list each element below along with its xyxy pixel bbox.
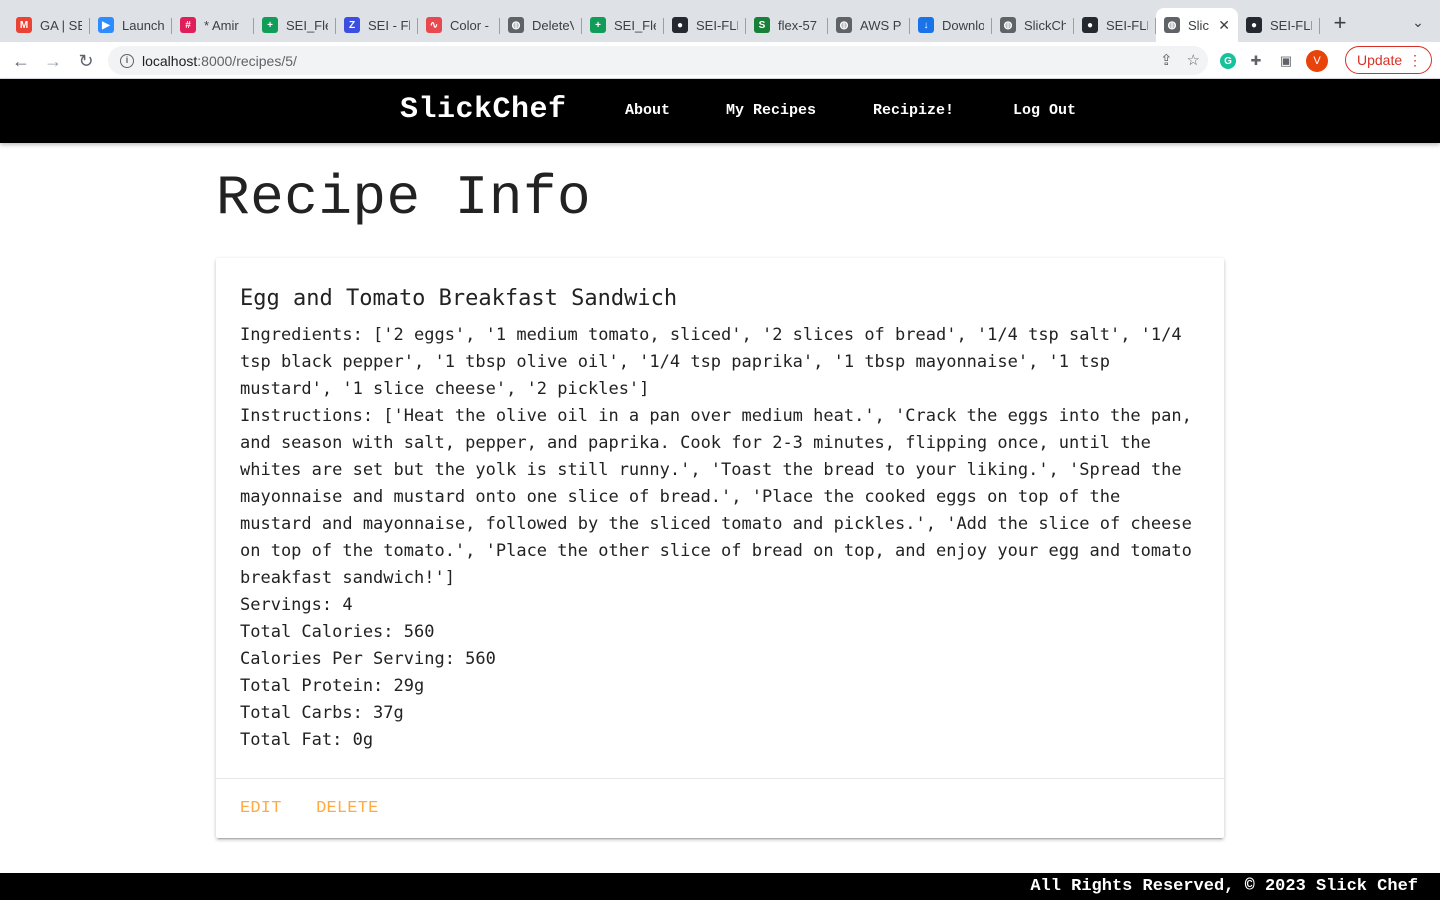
browser-tab-label: SEI - Fl: [368, 17, 410, 33]
nav-link-log-out[interactable]: Log Out: [1013, 102, 1076, 119]
profile-avatar[interactable]: V: [1306, 50, 1328, 72]
slack-icon: #: [180, 17, 196, 33]
browser-toolbar: ← → ↻ i localhost:8000/recipes/5/ ⇪ ☆ G …: [0, 42, 1440, 79]
recipe-total-carbs: Total Carbs: 37g: [240, 703, 404, 723]
browser-tab-label: SEI_Fle: [614, 17, 656, 33]
recipe-total-calories: Total Calories: 560: [240, 622, 435, 642]
globe-icon: ◍: [836, 17, 852, 33]
recipe-card-content: Egg and Tomato Breakfast Sandwich Ingred…: [240, 284, 1200, 754]
browser-tab-label: Slic: [1188, 17, 1209, 33]
url-path: :8000/recipes/5/: [197, 52, 297, 69]
recipe-name: Egg and Tomato Breakfast Sandwich: [240, 286, 678, 311]
close-tab-icon[interactable]: ✕: [1218, 17, 1230, 34]
browser-tab-label: SlickCh: [1024, 17, 1066, 33]
globe-icon: ◍: [1000, 17, 1016, 33]
browser-tab-label: Color -: [450, 17, 490, 33]
nav-link-about[interactable]: About: [625, 102, 670, 119]
forward-icon[interactable]: →: [42, 50, 64, 72]
site-info-icon[interactable]: i: [120, 53, 134, 68]
browser-tab-label: DeleteV: [532, 17, 574, 33]
download-icon: ↓: [918, 17, 934, 33]
tab-list: M GA | SE ▶ Launch # * Amir + SEI_Fle Z SEI - Fl ∿…: [0, 0, 1320, 42]
browser-tab-label: AWS Po: [860, 17, 902, 33]
browser-tab[interactable]: ◍ DeleteV: [500, 8, 582, 42]
browser-tab[interactable]: ● SEI-FLE: [1074, 8, 1156, 42]
github-icon: ●: [1246, 17, 1262, 33]
recipe-card: Egg and Tomato Breakfast Sandwich Ingred…: [216, 258, 1224, 838]
delete-button[interactable]: Delete: [316, 799, 378, 818]
browser-tab-label: GA | SE: [40, 17, 82, 33]
browser-tab-label: SEI-FLE: [1106, 17, 1148, 33]
browser-tab-label: SEI-FLE: [1270, 17, 1312, 33]
sheets-icon: +: [590, 17, 606, 33]
globe-icon: ◍: [508, 17, 524, 33]
globe-icon: ◍: [1164, 17, 1180, 33]
page-title: Recipe Info: [216, 166, 592, 230]
url-text[interactable]: localhost:8000/recipes/5/: [142, 53, 297, 69]
browser-tab[interactable]: ◍ SlickCh: [992, 8, 1074, 42]
recipe-calories-per-serving: Calories Per Serving: 560: [240, 649, 496, 669]
browser-tab[interactable]: Sflex-57: [746, 8, 828, 42]
brand-logo-link[interactable]: SlickChef: [400, 93, 567, 127]
recipe-instructions: Instructions: ['Heat the olive oil in a …: [240, 406, 1192, 588]
site-footer: All Rights Reserved, © 2023 Slick Chef: [0, 873, 1440, 900]
github-icon: ●: [672, 17, 688, 33]
reload-icon[interactable]: ↻: [75, 50, 97, 72]
browser-tab[interactable]: ◍ Slic ✕: [1156, 8, 1238, 42]
nav-link-my-recipes[interactable]: My Recipes: [726, 102, 816, 119]
browser-tab-label: flex-57: [778, 17, 818, 33]
browser-tab-strip: M GA | SE ▶ Launch # * Amir + SEI_Fle Z SEI - Fl ∿…: [0, 0, 1440, 42]
browser-tab[interactable]: ● SEI-FLE: [664, 8, 746, 42]
recipe-total-fat: Total Fat: 0g: [240, 730, 374, 750]
browser-tab[interactable]: M GA | SE: [8, 8, 90, 42]
browser-tab-label: SEI-FLE: [696, 17, 738, 33]
browser-tab[interactable]: ▶ Launch: [90, 8, 172, 42]
browser-tab-label: SEI_Fle: [286, 17, 328, 33]
browser-tab[interactable]: ∿ Color -: [418, 8, 500, 42]
browser-tab[interactable]: Z SEI - Fl: [336, 8, 418, 42]
url-host: localhost: [142, 52, 198, 69]
edit-button[interactable]: Edit: [240, 799, 282, 818]
bookmark-star-icon[interactable]: ☆: [1187, 51, 1200, 69]
tab-search-icon[interactable]: ⌄: [1408, 14, 1428, 34]
nav-link-recipize[interactable]: Recipize!: [873, 102, 954, 119]
recipe-total-protein: Total Protein: 29g: [240, 676, 425, 696]
zapier-icon: Z: [344, 17, 360, 33]
browser-tab[interactable]: ● SEI-FLE: [1238, 8, 1320, 42]
update-label: Update: [1357, 52, 1403, 68]
more-menu-icon[interactable]: ⋮: [1408, 51, 1422, 69]
share-icon[interactable]: ⇪: [1160, 51, 1173, 69]
sheets-icon: +: [262, 17, 278, 33]
browser-tab[interactable]: + SEI_Fle: [582, 8, 664, 42]
back-icon[interactable]: ←: [10, 50, 32, 72]
browser-tab-label: Downlo: [942, 17, 984, 33]
browser-tab[interactable]: + SEI_Fle: [254, 8, 336, 42]
sheets-icon: S: [754, 17, 770, 33]
browser-tab[interactable]: ◍ AWS Po: [828, 8, 910, 42]
side-panel-icon[interactable]: ▣: [1276, 51, 1296, 71]
footer-copyright: All Rights Reserved, © 2023 Slick Chef: [1030, 877, 1418, 896]
recipe-details: Ingredients: ['2 eggs', '1 medium tomato…: [240, 322, 1200, 754]
extensions-puzzle-icon[interactable]: ✚: [1246, 51, 1266, 71]
site-navbar: SlickChef About My Recipes Recipize! Log…: [0, 79, 1440, 143]
gmail-icon: M: [16, 17, 32, 33]
recipe-ingredients: Ingredients: ['2 eggs', '1 medium tomato…: [240, 325, 1182, 399]
update-button[interactable]: Update ⋮: [1345, 46, 1432, 74]
github-icon: ●: [1082, 17, 1098, 33]
address-bar[interactable]: i localhost:8000/recipes/5/ ⇪ ☆: [108, 46, 1208, 75]
recipe-card-actions: Edit Delete: [216, 778, 1224, 838]
browser-tab[interactable]: ↓ Downlo: [910, 8, 992, 42]
browser-tab-label: Launch: [122, 17, 164, 33]
browser-tab-label: * Amir: [204, 17, 239, 33]
zoom-icon: ▶: [98, 17, 114, 33]
color-icon: ∿: [426, 17, 442, 33]
new-tab-icon[interactable]: +: [1330, 12, 1350, 34]
grammarly-icon[interactable]: G: [1220, 53, 1236, 69]
recipe-servings: Servings: 4: [240, 595, 353, 615]
browser-tab[interactable]: # * Amir: [172, 8, 254, 42]
